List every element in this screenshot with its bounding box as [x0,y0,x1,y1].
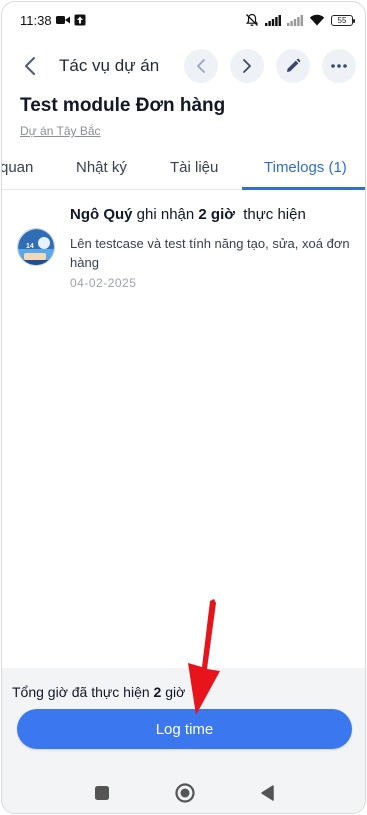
tab-activity-log[interactable]: Nhật ký [76,144,127,190]
next-task-button[interactable] [230,49,264,83]
home-button[interactable] [174,782,196,804]
tab-documents[interactable]: Tài liệu [170,144,218,190]
total-hours-text: Tổng giờ đã thực hiện 2 giờ [12,684,185,700]
recent-apps-button[interactable] [91,782,113,804]
avatar-badge-text: 14 [26,243,34,250]
status-left: 11:38 [20,13,86,28]
active-tab-indicator [242,187,365,190]
status-bar: 11:38 55 [2,2,365,38]
battery-icon: 55 [331,14,355,26]
chevron-left-icon [197,59,205,73]
timelog-action: ghi nhận [132,206,199,223]
system-nav-bar [2,770,365,813]
status-right: 55 [245,13,355,27]
avatar: 14 [17,228,55,266]
video-camera-icon [55,15,70,25]
circle-icon [175,783,195,803]
square-icon [95,786,109,800]
tab-overview[interactable]: quan [2,144,33,190]
tab-timelogs[interactable]: Timelogs (1) [264,144,347,190]
upload-box-icon [74,14,86,26]
timelog-item: 14 Ngô Quý ghi nhận 2 giờ thực hiện Lên … [2,196,365,296]
chevron-right-icon [243,59,251,73]
phone-screen: 11:38 55 Tác vụ dự án Test module Đơn hà… [1,1,366,814]
project-link[interactable]: Dự án Tây Bắc [20,124,101,138]
signal-icon [265,14,281,26]
signal-icon [287,14,303,26]
triangle-back-icon [261,785,274,801]
timelog-user: Ngô Quý [70,206,133,223]
more-options-button[interactable] [322,49,356,83]
timelog-date: 04-02-2025 [70,276,137,290]
timelog-description: Lên testcase và test tính năng tạo, sửa,… [70,236,350,270]
bell-off-icon [245,13,259,27]
status-time: 11:38 [20,12,52,28]
timelog-suffix: thực hiện [234,206,306,223]
app-header: Tác vụ dự án [2,46,365,86]
header-title: Tác vụ dự án [59,56,160,75]
wifi-icon [309,14,325,26]
pencil-icon [287,58,301,72]
system-back-button[interactable] [256,782,278,804]
timelog-headline: Ngô Quý ghi nhận 2 giờ thực hiện [70,206,306,223]
annotation-arrow-icon [188,599,220,715]
total-prefix: Tổng giờ đã thực hiện [12,684,154,700]
previous-task-button[interactable] [184,49,218,83]
timelog-hours: 2 giờ [198,206,235,223]
back-button[interactable] [16,52,44,80]
edit-task-button[interactable] [276,49,310,83]
back-arrow-icon [25,57,35,75]
tab-bar: quan Nhật ký Tài liệu Timelogs (1) [2,144,365,190]
task-title: Test module Đơn hàng [20,95,226,116]
more-dots-icon [331,64,347,68]
